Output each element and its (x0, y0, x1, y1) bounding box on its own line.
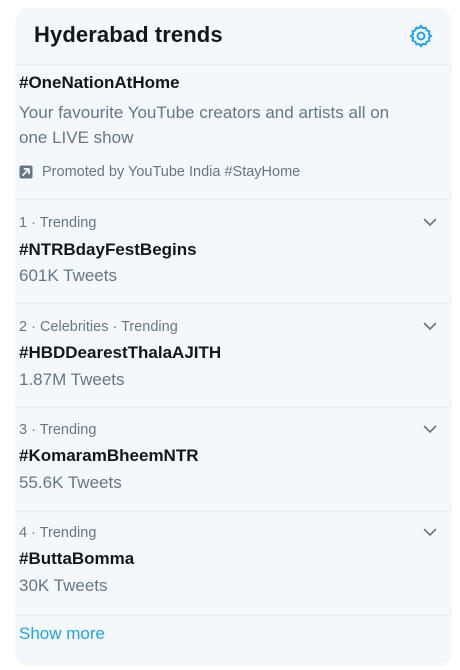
trend-meta-1: 1 · Trending (19, 215, 97, 231)
trend-name-3[interactable]: #KomaramBheemNTR (19, 446, 199, 466)
promoted-arrow-icon (19, 165, 33, 179)
gear-icon[interactable] (408, 23, 434, 49)
promoted-by[interactable]: Promoted by YouTube India #StayHome (19, 164, 300, 180)
promoted-trend-title[interactable]: #OneNationAtHome (19, 73, 180, 93)
trends-title: Hyderabad trends (34, 22, 223, 47)
promoted-by-label: Promoted by YouTube India #StayHome (42, 164, 301, 180)
trend-name-2[interactable]: #HBDDearestThalaAJITH (19, 343, 221, 363)
trend-meta-3: 3 · Trending (19, 422, 97, 438)
trend-count-2: 1.87M Tweets (19, 370, 125, 389)
chevron-down-icon[interactable] (422, 421, 438, 437)
trend-meta-2: 2 · Celebrities · Trending (19, 319, 178, 335)
show-more-link[interactable]: Show more (19, 624, 105, 644)
trend-name-4[interactable]: #ButtaBomma (19, 549, 134, 569)
trend-count-4: 30K Tweets (19, 576, 108, 595)
trends-header: Hyderabad trends (15, 8, 452, 65)
chevron-down-icon[interactable] (422, 318, 438, 334)
chevron-down-icon[interactable] (422, 214, 438, 230)
chevron-down-icon[interactable] (422, 524, 438, 540)
trend-meta-4: 4 · Trending (19, 525, 97, 541)
trend-count-3: 55.6K Tweets (19, 473, 122, 492)
trend-count-1: 601K Tweets (19, 266, 117, 285)
trend-name-1[interactable]: #NTRBdayFestBegins (19, 240, 197, 260)
promoted-trend-description: Your favourite YouTube creators and arti… (19, 103, 390, 147)
